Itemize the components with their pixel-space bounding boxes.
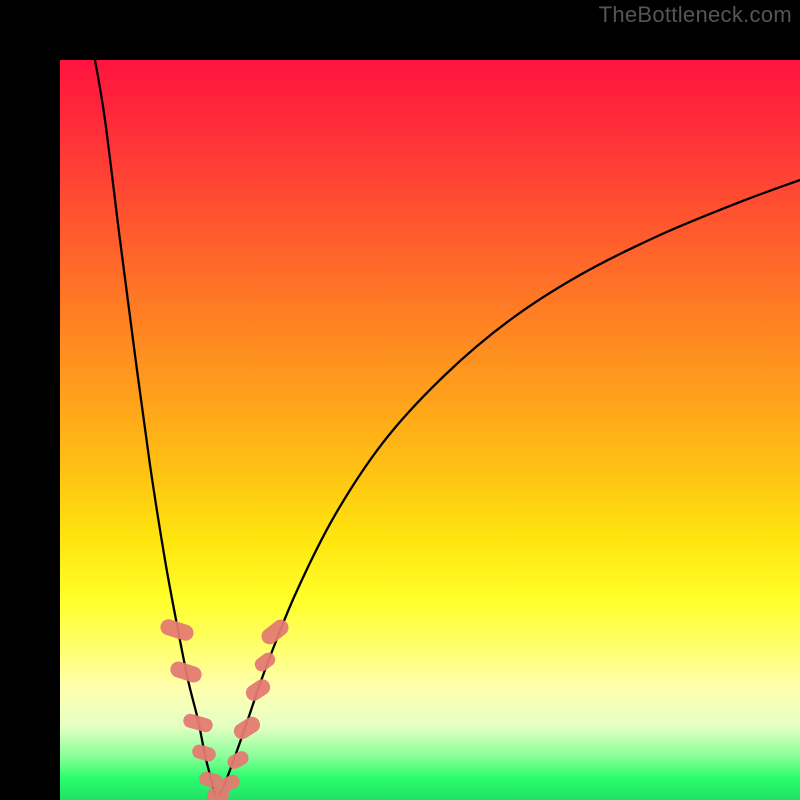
right-curve (220, 180, 800, 795)
data-marker (231, 714, 263, 742)
left-curve (95, 60, 215, 795)
curve-group (95, 60, 800, 795)
data-marker (243, 676, 274, 704)
data-marker (191, 743, 218, 763)
data-marker (198, 770, 225, 789)
data-marker (168, 659, 203, 684)
marker-group (158, 616, 291, 800)
chart-frame (0, 0, 800, 800)
plot-area (60, 60, 800, 800)
data-marker (225, 749, 251, 772)
chart-svg (60, 60, 800, 800)
data-marker (252, 650, 278, 674)
watermark-text: TheBottleneck.com (599, 2, 792, 28)
